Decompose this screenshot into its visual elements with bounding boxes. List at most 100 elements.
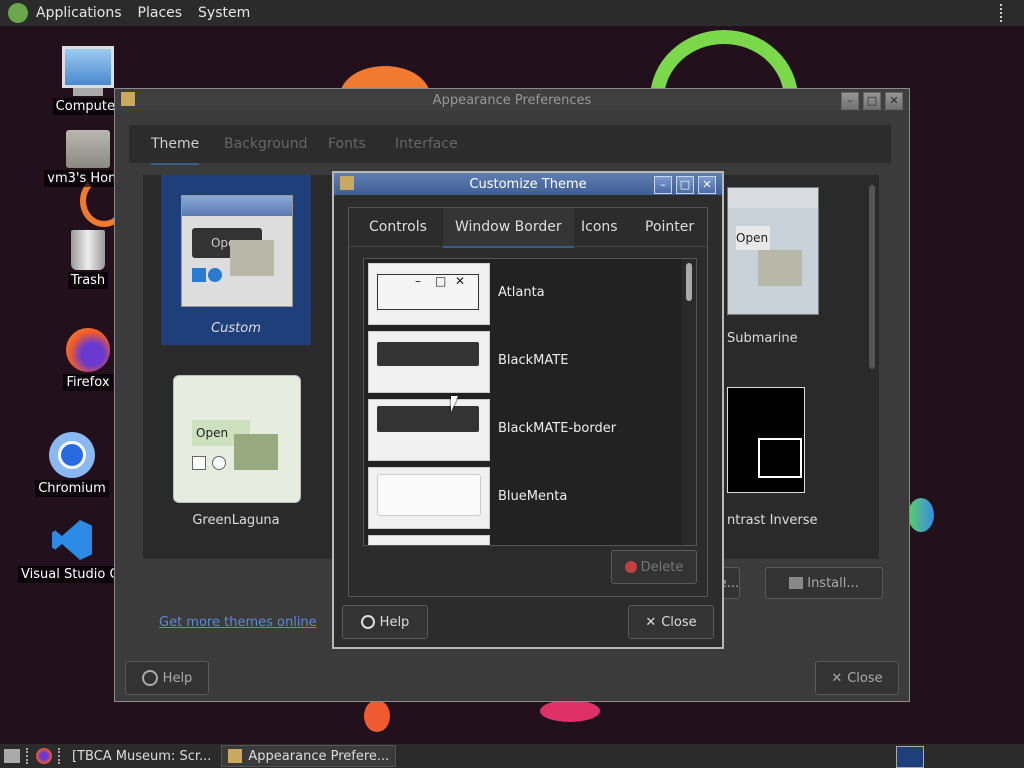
theme-name: Custom <box>211 321 261 336</box>
folder-icon <box>758 438 802 478</box>
computer-icon <box>62 46 114 88</box>
tab-pointer[interactable]: Pointer <box>645 208 694 246</box>
tab-icons[interactable]: Icons <box>581 208 618 246</box>
firefox-launcher-icon[interactable] <box>36 748 52 764</box>
taskbar: [TBCA Museum: Scr... Appearance Prefere.… <box>0 744 1024 768</box>
desktop-icon-label: Chromium <box>35 480 109 497</box>
theme-thumbnail: ✕ □ – <box>368 263 490 325</box>
appearance-app-icon <box>121 92 135 106</box>
tab-controls[interactable]: Controls <box>369 208 427 246</box>
dialog-titlebar[interactable]: Customize Theme – □ ✕ <box>334 173 722 195</box>
appearance-tabbar: Theme Background Fonts Interface <box>129 125 891 165</box>
theme-name: ntrast Inverse <box>727 513 818 528</box>
minimize-button[interactable]: – <box>654 176 672 194</box>
help-button[interactable]: Help <box>342 605 428 639</box>
task-appearance-preferences[interactable]: Appearance Prefere... <box>221 745 397 767</box>
window-titlebar[interactable]: Appearance Preferences – □ ✕ <box>115 89 909 111</box>
minimize-glyph-icon: – <box>415 274 421 288</box>
get-more-themes-link[interactable]: Get more themes online <box>159 615 317 630</box>
close-window-button[interactable]: ✕ <box>885 92 903 110</box>
firefox-icon <box>66 328 110 372</box>
background-swirl <box>364 700 390 732</box>
install-button[interactable]: Install... <box>765 567 883 599</box>
panel-handle-icon <box>26 748 30 764</box>
theme-thumbnail <box>368 535 490 545</box>
close-button[interactable]: ✕ Close <box>628 605 714 639</box>
maximize-button[interactable]: □ <box>676 176 694 194</box>
tab-interface[interactable]: Interface <box>395 125 458 163</box>
help-button[interactable]: Help <box>125 661 209 695</box>
workspace-switcher-icon[interactable] <box>896 746 924 768</box>
mouse-cursor-icon <box>451 396 458 412</box>
theme-preview: Open <box>181 195 293 307</box>
list-item-label: BlueMenta <box>498 489 568 504</box>
help-icon <box>360 615 375 629</box>
desktop-icon-vscode[interactable]: Visual Studio Code <box>18 520 119 583</box>
help-icon <box>141 670 158 686</box>
folder-icon <box>758 250 802 286</box>
top-panel: Applications Places System <box>0 0 1024 26</box>
help-label: Help <box>162 670 193 686</box>
theme-preview <box>727 387 805 493</box>
window-border-list: ✕ □ – Atlanta BlackMATE BlackMATE-border <box>363 258 697 546</box>
menu-places[interactable]: Places <box>130 0 191 26</box>
desktop-icon-label: Visual Studio Code <box>18 566 119 583</box>
tab-background[interactable]: Background <box>224 125 308 163</box>
close-icon: ✕ <box>645 614 657 630</box>
list-item-atlanta[interactable]: ✕ □ – Atlanta <box>368 263 678 325</box>
list-item-label: Atlanta <box>498 285 545 300</box>
menu-applications[interactable]: Applications <box>28 0 130 26</box>
desktop-icon-chromium[interactable]: Chromium <box>24 432 120 497</box>
trash-icon <box>71 230 105 270</box>
appearance-app-icon <box>228 749 243 763</box>
theme-item-custom[interactable]: Open Custom <box>161 175 311 345</box>
desktop-icon-label: Trash <box>67 272 109 289</box>
delete-button[interactable]: Delete <box>611 550 697 584</box>
maximize-button[interactable]: □ <box>863 92 881 110</box>
list-item-partial[interactable] <box>368 535 678 545</box>
close-button[interactable]: ✕ Close <box>815 661 899 695</box>
checkbox-icon <box>192 456 206 470</box>
appearance-app-icon <box>340 176 354 190</box>
window-title: Appearance Preferences <box>432 92 592 108</box>
maximize-glyph-icon: □ <box>435 274 447 288</box>
menu-system[interactable]: System <box>190 0 258 26</box>
task-tbca-museum[interactable]: [TBCA Museum: Scr... <box>66 746 217 766</box>
minimize-button[interactable]: – <box>841 92 859 110</box>
chromium-icon <box>49 432 95 478</box>
theme-preview-open: Open <box>736 226 770 250</box>
tab-theme[interactable]: Theme <box>151 125 200 165</box>
radio-icon <box>208 268 222 282</box>
customize-theme-dialog: Customize Theme – □ ✕ Controls Window Bo… <box>332 171 724 649</box>
tab-window-border[interactable]: Window Border <box>443 208 574 248</box>
customize-tabbar: Controls Window Border Icons Pointer <box>349 208 707 248</box>
close-icon: ✕ <box>831 670 843 686</box>
theme-name: GreenLaguna <box>192 513 280 528</box>
close-window-button[interactable]: ✕ <box>698 176 716 194</box>
theme-preview: Open <box>727 187 819 315</box>
theme-thumbnail <box>368 399 490 461</box>
customize-tab-frame: Controls Window Border Icons Pointer ✕ □… <box>348 207 708 597</box>
list-item-blackmate[interactable]: BlackMATE <box>368 331 678 393</box>
background-swirl <box>540 700 600 722</box>
checkbox-icon <box>192 268 206 282</box>
theme-item-contrast-inverse[interactable]: ntrast Inverse <box>717 387 847 547</box>
theme-preview: Open <box>173 375 301 503</box>
show-desktop-icon[interactable] <box>4 749 20 763</box>
delete-icon <box>624 561 637 573</box>
list-scrollbar[interactable] <box>682 259 696 545</box>
mate-logo-icon[interactable] <box>8 3 28 23</box>
close-glyph-icon: ✕ <box>455 274 466 288</box>
delete-label: Delete <box>640 559 684 575</box>
scrollbar-thumb[interactable] <box>686 263 692 301</box>
help-label: Help <box>379 614 410 630</box>
list-item-blackmate-border[interactable]: BlackMATE-border <box>368 399 678 461</box>
panel-handle-icon <box>58 748 62 764</box>
theme-name: Submarine <box>727 331 798 346</box>
theme-item-greenlaguna[interactable]: Open GreenLaguna <box>161 375 311 535</box>
theme-item-submarine[interactable]: Open Submarine <box>717 187 827 347</box>
list-item-bluementa[interactable]: BlueMenta <box>368 467 678 529</box>
theme-thumbnail <box>368 331 490 393</box>
theme-grid-scrollbar[interactable] <box>869 185 875 369</box>
tab-fonts[interactable]: Fonts <box>328 125 366 163</box>
